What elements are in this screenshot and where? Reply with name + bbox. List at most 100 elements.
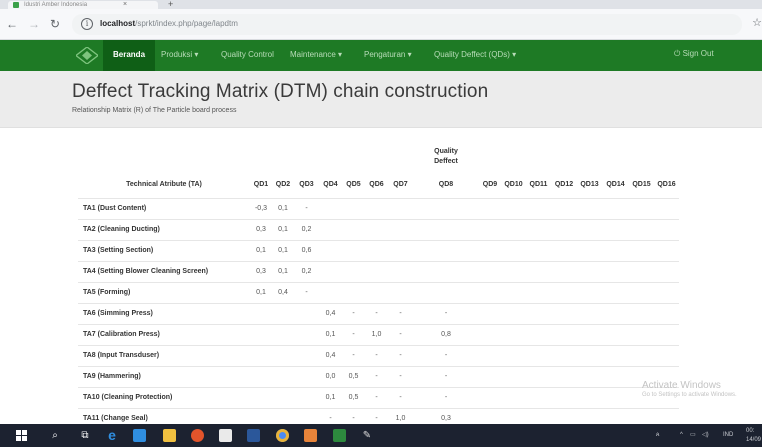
url-field[interactable]: i localhost/sprkt/index.php/page/lapdtm [72,14,742,35]
column-header-qd5: QD5 [346,181,361,189]
relationship-value-cell [526,198,551,219]
browser-tab-strip: Idustri Amber Indonesia × + [0,0,762,9]
relationship-value-cell [551,198,577,219]
column-header-qd8: QD8 [438,181,454,189]
store-icon[interactable] [133,429,146,442]
technical-atribute-cell: TA4 (Setting Blower Cleaning Screen) [83,268,209,275]
column-header-qd3: QD3 [299,181,314,189]
relationship-value-cell: 0,1 [278,247,288,254]
chrome-icon[interactable] [276,429,289,442]
relationship-value-cell [388,240,413,261]
column-header-qd11: QD11 [529,181,548,189]
bookmark-star-icon[interactable]: ☆ [752,16,762,29]
tray-up-arrow-icon[interactable]: ^ [680,431,683,439]
firefox-icon[interactable] [191,429,204,442]
group-header-line1: Quality [434,148,458,155]
tab-close-icon[interactable]: × [123,1,127,9]
relationship-value-cell [365,240,388,261]
task-view-icon[interactable]: ⧉ [78,429,92,442]
group-header-spacer [78,142,413,172]
relationship-value-cell [413,261,479,282]
technical-atribute-cell: TA8 (Input Transduser) [83,352,160,359]
relationship-value-cell [629,324,654,345]
relationship-value-cell [342,240,365,261]
relationship-value-cell [294,324,319,345]
network-icon[interactable]: ▭ [690,431,696,439]
forward-icon[interactable]: → [28,17,40,31]
nav-item-produksi[interactable]: Produksi ▾ [161,49,198,61]
windows-start-icon[interactable] [16,430,27,441]
people-icon[interactable]: ጰ [656,431,660,439]
page-title: Deffect Tracking Matrix (DTM) chain cons… [72,81,489,102]
relationship-value-cell: 0,1 [325,331,336,338]
site-info-icon[interactable]: i [81,18,93,30]
watermark-title: Activate Windows [642,380,721,391]
relationship-value-cell: - [352,352,355,359]
relationship-value-cell [388,198,413,219]
brand-logo-icon[interactable] [76,47,98,64]
relationship-value-cell: - [399,352,402,359]
mail-icon[interactable] [219,429,232,442]
clock-date: 14/09 [746,437,762,443]
relationship-value-cell: - [399,394,402,401]
relationship-value-cell: 0,3 [256,226,266,233]
word-icon[interactable] [247,429,260,442]
relationship-value-cell [388,219,413,240]
clock[interactable]: 00: 14/09 [746,427,761,445]
sign-out-button[interactable]: ⏻ Sign Out [674,49,714,59]
column-header-qd9: QD9 [482,181,498,189]
relationship-value-cell [319,198,342,219]
reload-icon[interactable]: ↻ [50,17,60,31]
relationship-value-cell [551,219,577,240]
search-icon[interactable]: ⌕ [48,429,62,442]
nav-item-quality-control[interactable]: Quality Control [221,49,274,61]
relationship-value-cell [602,303,629,324]
relationship-value-cell [577,303,602,324]
language-indicator[interactable]: IND [723,431,733,439]
app-orange-icon[interactable] [304,429,317,442]
technical-atribute-cell: TA5 (Forming) [83,289,131,296]
technical-atribute-cell: TA2 (Cleaning Ducting) [83,226,160,233]
relationship-value-cell [479,303,501,324]
new-tab-icon[interactable]: + [168,0,173,9]
sign-out-label: Sign Out [682,49,714,58]
url-path: /sprkt/index.php/page/lapdtm [135,19,238,28]
relationship-value-cell: - [305,205,308,212]
relationship-value-cell [501,345,526,366]
relationship-value-cell [602,240,629,261]
edge-browser-icon[interactable]: e [104,428,120,442]
relationship-value-cell: 0,1 [256,289,266,296]
relationship-value-cell [551,303,577,324]
relationship-value-cell [501,261,526,282]
relationship-value-cell [479,198,501,219]
url-text[interactable]: localhost/sprkt/index.php/page/lapdtm [100,19,238,28]
column-header-qd12: QD12 [554,181,574,189]
relationship-value-cell [629,240,654,261]
browser-tab[interactable]: Idustri Amber Indonesia × [8,1,158,9]
relationship-value-cell [551,282,577,303]
relationship-value-cell [577,387,602,408]
back-icon[interactable]: ← [6,17,18,31]
relationship-value-cell [501,240,526,261]
nav-item-quality-deffect[interactable]: Quality Deffect (QDs) ▾ [434,49,516,61]
app-green-icon[interactable] [333,429,346,442]
relationship-value-cell [551,345,577,366]
relationship-value-cell [272,387,294,408]
technical-atribute-cell: TA1 (Dust Content) [83,205,147,212]
volume-icon[interactable]: ◁) [702,431,709,439]
app-tool-icon[interactable]: ✎ [360,429,374,442]
relationship-value-cell: - [444,310,448,317]
relationship-value-cell [629,219,654,240]
table-row: TA8 (Input Transduser) 0,4 - - - - [78,345,679,366]
relationship-value-cell [479,219,501,240]
relationship-value-cell [342,219,365,240]
relationship-value-cell [250,345,272,366]
nav-item-beranda[interactable]: Beranda [113,49,145,61]
relationship-value-cell [272,303,294,324]
relationship-value-cell: 0,4 [278,289,288,296]
relationship-value-cell [654,261,679,282]
nav-item-pengaturan[interactable]: Pengaturan ▾ [364,49,412,61]
nav-item-maintenance[interactable]: Maintenance ▾ [290,49,342,61]
file-explorer-icon[interactable] [163,429,176,442]
relationship-value-cell [294,303,319,324]
